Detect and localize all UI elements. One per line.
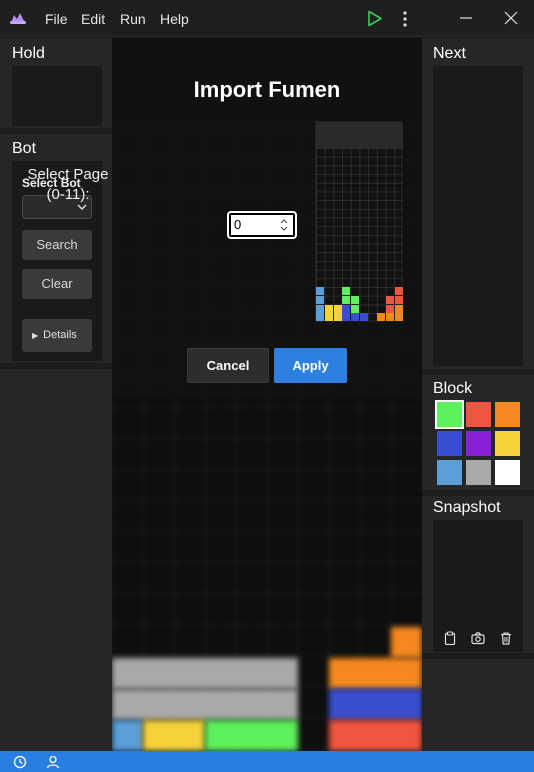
preview-cell [351,296,359,304]
color-swatch[interactable] [495,431,520,456]
preview-cell [395,313,403,321]
next-queue-box [433,66,523,366]
apply-button[interactable]: Apply [274,348,347,383]
color-swatch[interactable] [495,460,520,485]
menu-file[interactable]: File [45,11,68,27]
cloud-logo-icon [10,13,26,24]
snapshot-title: Snapshot [433,499,501,516]
board-cell [205,720,298,751]
preview-cell [351,313,359,321]
board-cell [112,720,143,751]
color-swatch[interactable] [495,402,520,427]
board-cell [143,720,205,751]
preview-cell [351,305,359,313]
preview-cell [334,305,342,313]
preview-header [316,122,403,148]
more-vertical-icon[interactable] [399,10,411,28]
details-toggle[interactable]: ▶ Details [22,319,92,352]
board-cell [112,689,298,720]
preview-cell [334,313,342,321]
divider [0,363,112,369]
page-number-input[interactable]: 0 [229,213,295,237]
preview-cell [395,287,403,295]
page-label-line2: (0-11): [46,186,90,203]
play-icon[interactable] [366,10,383,27]
details-label: Details [43,329,77,341]
preview-cell [316,296,324,304]
preview-cell [342,305,350,313]
color-swatch[interactable] [437,460,462,485]
divider [422,369,534,375]
block-title: Block [433,380,473,397]
bot-title: Bot [12,140,37,157]
camera-icon[interactable] [471,631,485,645]
preview-cell [386,296,394,304]
close-icon[interactable] [503,10,519,26]
color-swatch[interactable] [435,400,464,429]
preview-cell [316,305,324,313]
page-number-value: 0 [234,217,242,232]
board-cell [391,627,422,658]
board-cell [329,689,422,720]
triangle-right-icon: ▶ [32,331,39,340]
preview-cell [395,296,403,304]
board-cell [329,720,422,751]
hold-box [12,66,102,126]
preview-cell [325,313,333,321]
divider [422,490,534,496]
preview-cell [377,313,385,321]
divider [422,653,534,659]
preview-cell [342,296,350,304]
color-swatch[interactable] [466,460,491,485]
preview-cell [386,313,394,321]
title-bar: File Edit Run Help [0,0,534,37]
page-label-line1: Select Page [27,166,109,183]
board-cell [329,658,422,689]
board-cell [112,658,298,689]
divider [0,128,112,134]
menu-run[interactable]: Run [120,11,146,27]
next-title: Next [433,45,466,62]
minimize-icon[interactable] [458,10,474,26]
preview-cell [386,305,394,313]
color-swatch[interactable] [437,431,462,456]
color-swatch[interactable] [466,402,491,427]
history-icon[interactable] [12,754,28,770]
fumen-preview [315,121,403,322]
preview-cell [316,287,324,295]
preview-cell [325,305,333,313]
trash-icon[interactable] [499,631,513,645]
dialog-title: Import Fumen [193,77,341,102]
color-swatch[interactable] [466,431,491,456]
hold-title: Hold [12,45,45,62]
preview-cell [316,313,324,321]
status-bar [0,751,534,772]
preview-cell [342,287,350,295]
spinner-icon[interactable] [279,216,289,234]
clipboard-icon[interactable] [443,631,457,645]
clear-button[interactable]: Clear [22,269,92,299]
search-button[interactable]: Search [22,230,92,260]
account-icon[interactable] [45,754,61,770]
preview-cell [395,305,403,313]
page-label: Select Page (0-11): [20,165,116,205]
cancel-button[interactable]: Cancel [187,348,269,383]
menu-edit[interactable]: Edit [81,11,105,27]
preview-cell [360,313,368,321]
menu-help[interactable]: Help [160,11,189,27]
preview-cell [342,313,350,321]
